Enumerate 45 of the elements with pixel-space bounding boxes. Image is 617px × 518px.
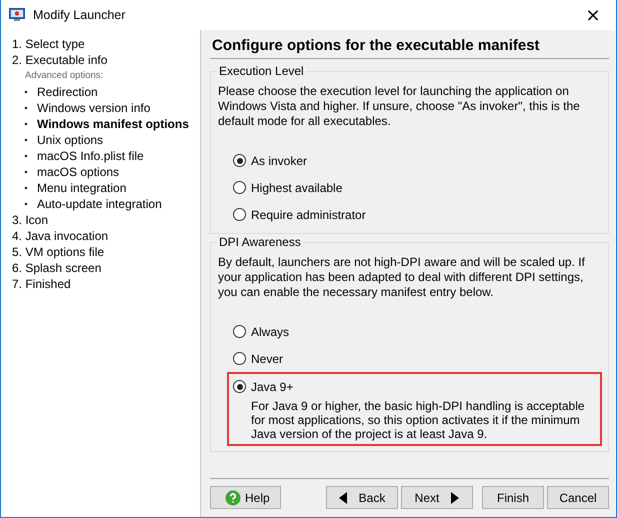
radio-button[interactable] <box>233 154 246 167</box>
right-arrow-icon <box>451 492 460 504</box>
step-item[interactable]: Redirection <box>37 84 98 100</box>
group-title: DPI Awareness <box>217 235 303 249</box>
help-icon <box>225 490 241 506</box>
step-item[interactable]: macOS options <box>37 164 120 180</box>
radio-button[interactable] <box>233 325 246 338</box>
option-label[interactable]: Highest available <box>251 180 342 194</box>
option-label[interactable]: As invoker <box>251 154 308 168</box>
dialog-button[interactable]: Finish <box>482 486 544 509</box>
step-item[interactable]: Windows version info <box>37 100 150 116</box>
step-item[interactable]: macOS Info.plist file <box>37 148 144 164</box>
left-arrow-icon <box>338 492 347 504</box>
step-item[interactable]: Windows manifest options <box>37 116 189 132</box>
step-item[interactable]: 2. Executable info <box>12 52 200 68</box>
description-text: Please choose the execution level for launching the application on Windows Vista and higher. If unsure, choose "As invoker", this is the default mode for all executables. <box>218 84 581 129</box>
step-item[interactable]: 4. Java invocation <box>12 228 200 244</box>
option-label[interactable]: Always <box>251 324 290 338</box>
window-title: Modify Launcher <box>33 8 126 22</box>
step-item[interactable]: 5. VM options file <box>12 244 200 260</box>
next-button[interactable]: Next <box>401 486 473 509</box>
radio-button[interactable] <box>233 352 246 365</box>
page-title: Configure options for the executable manifest <box>210 36 609 59</box>
step-item[interactable]: 7. Finished <box>12 276 200 292</box>
step-item[interactable]: 1. Select type <box>12 36 200 52</box>
dialog-button[interactable]: Cancel <box>547 486 609 509</box>
close-button[interactable]: × <box>570 0 616 30</box>
option-label[interactable]: Require administrator <box>251 208 366 222</box>
step-item[interactable]: Menu integration <box>37 180 126 196</box>
step-item[interactable]: Auto-update integration <box>37 196 162 212</box>
radio-button[interactable] <box>233 181 246 194</box>
help-button[interactable]: Help <box>210 486 281 509</box>
radio-button[interactable] <box>233 208 246 221</box>
step-item[interactable]: 3. Icon <box>12 212 200 228</box>
option-label[interactable]: Never <box>251 352 284 366</box>
step-item[interactable]: 6. Splash screen <box>12 260 200 276</box>
back-button[interactable]: Back <box>326 486 398 509</box>
group-title: Execution Level <box>217 64 306 78</box>
radio-button[interactable] <box>233 380 246 393</box>
description-text: By default, launchers are not high-DPI aware and will be scaled up. If your application has been adapted to deal with different DPI settings, you can enable the necessary manifest entry below. <box>218 255 586 300</box>
step-item[interactable]: Unix options <box>37 132 104 148</box>
option-description: For Java 9 or higher, the basic high-DPI handling is acceptable for most applications, so this option activates it if the minimum Java version of the project is at least Java 9. <box>250 399 586 441</box>
app-icon <box>9 8 25 22</box>
section-label: Advanced options: <box>24 69 104 83</box>
option-label[interactable]: Java 9+ <box>251 380 294 394</box>
